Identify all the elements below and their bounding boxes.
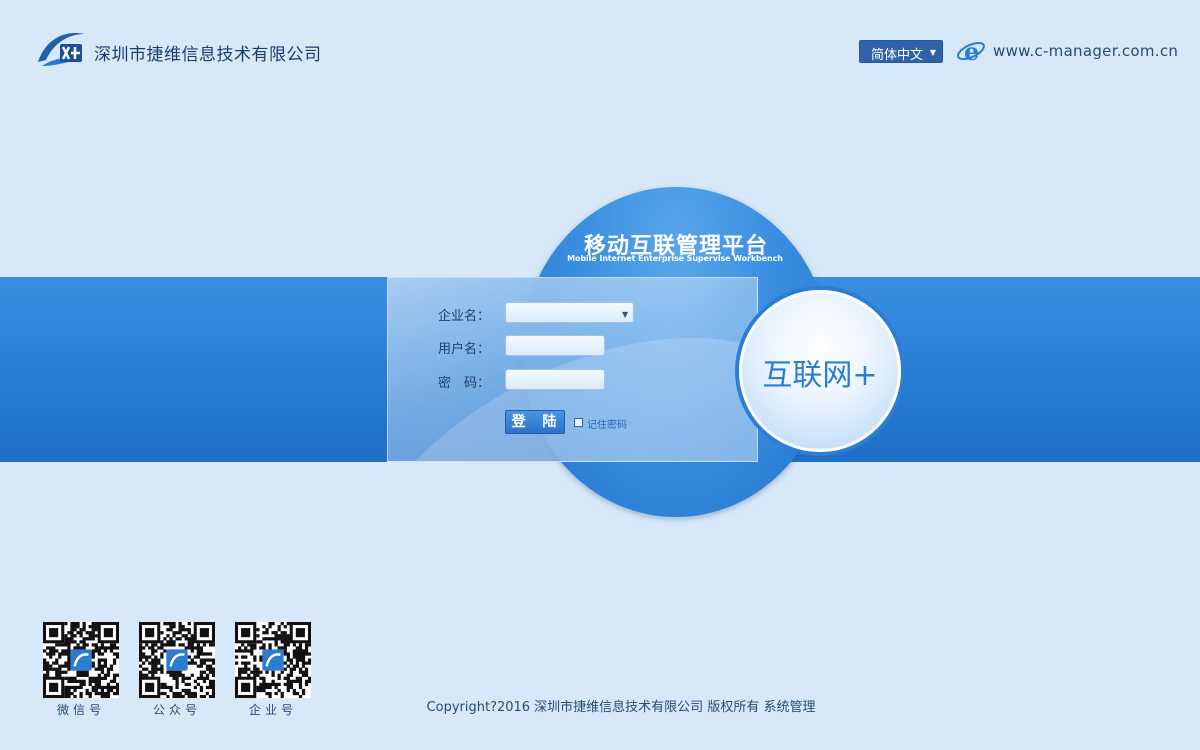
- company-select[interactable]: [505, 302, 634, 323]
- language-select[interactable]: 简体中文 ▼: [859, 40, 943, 63]
- svg-text:e: e: [964, 37, 979, 66]
- company-name: 深圳市捷维信息技术有限公司: [94, 45, 322, 65]
- company-logo-icon: [38, 33, 84, 66]
- platform-subtitle: Mobile Internet Enterprise Supervise Wor…: [567, 254, 783, 263]
- username-input[interactable]: [505, 335, 605, 356]
- caret-down-icon: ▼: [622, 310, 629, 319]
- header: 深圳市捷维信息技术有限公司 简体中文 ▼ e www.c-manager.com…: [0, 0, 1200, 100]
- website-url[interactable]: www.c-manager.com.cn: [993, 42, 1178, 60]
- remember-checkbox[interactable]: [574, 418, 583, 427]
- remember-label: 记住密码: [587, 420, 627, 431]
- password-input[interactable]: [505, 369, 605, 390]
- login-button[interactable]: 登 陆: [505, 410, 565, 434]
- password-label: 密 码：: [437, 376, 490, 391]
- browser-e-icon: e: [957, 37, 985, 66]
- official-account-qr-code: [139, 622, 215, 698]
- badge-text: 互联网+: [762, 358, 878, 393]
- enterprise-qr-code: [235, 622, 311, 698]
- wechat-qr-code: [43, 622, 119, 698]
- remember-password[interactable]: 记住密码: [574, 416, 627, 431]
- company-label: 企业名：: [437, 309, 490, 324]
- caret-down-icon: ▼: [929, 48, 936, 57]
- username-label: 用户名：: [437, 342, 490, 357]
- copyright-text: Copyright?2016 深圳市捷维信息技术有限公司 版权所有 系统管理: [426, 700, 816, 715]
- language-label: 简体中文: [871, 48, 924, 63]
